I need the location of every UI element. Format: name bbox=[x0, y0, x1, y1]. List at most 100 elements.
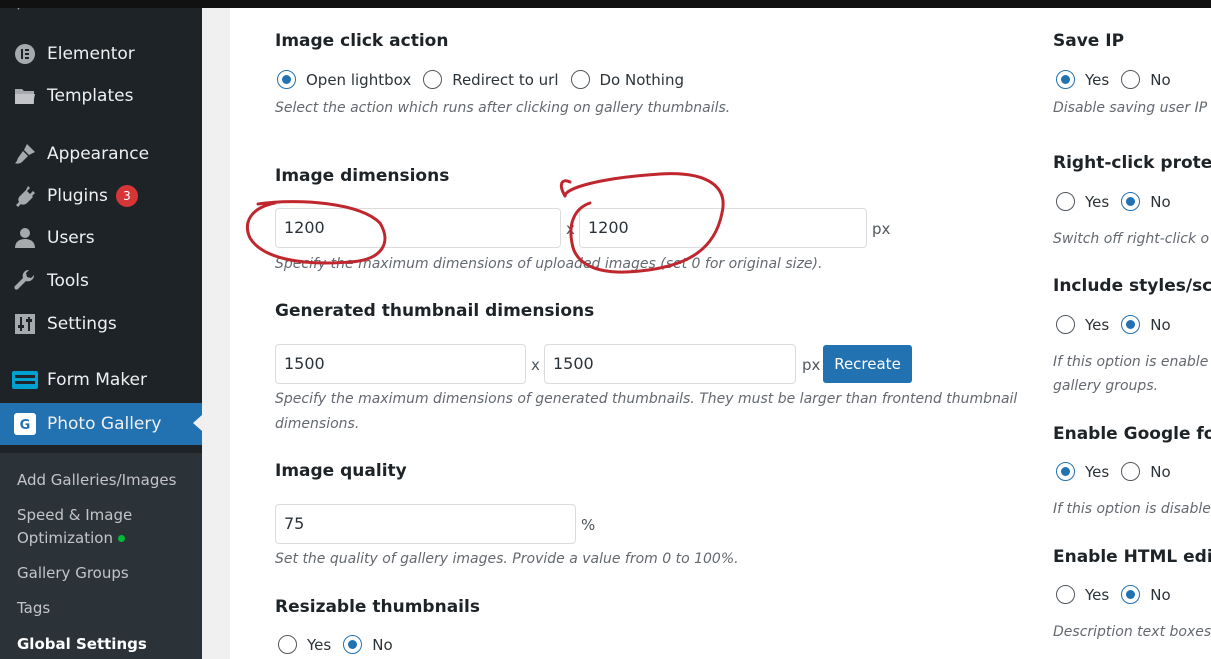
sidebar-item-appearance[interactable]: Appearance bbox=[0, 134, 202, 174]
plug-icon bbox=[12, 183, 38, 209]
option-yes[interactable]: Yes bbox=[1056, 192, 1109, 211]
sidebar-item-form-maker[interactable]: Form Maker bbox=[0, 360, 202, 400]
google-fonts-options: Yes No bbox=[1056, 462, 1183, 481]
image-width-input[interactable]: 1200 bbox=[275, 208, 561, 248]
option-no[interactable]: No bbox=[1121, 70, 1171, 89]
save-ip-title: Save IP bbox=[1053, 31, 1125, 51]
sidebar-item-label: Users bbox=[47, 228, 95, 248]
sidebar-item-users[interactable]: Users bbox=[0, 218, 202, 258]
radio-no[interactable] bbox=[1121, 315, 1141, 334]
image-quality-input[interactable]: 75 bbox=[275, 504, 576, 544]
radio-no[interactable] bbox=[343, 635, 363, 654]
radio-do-nothing[interactable] bbox=[570, 70, 590, 89]
image-quality-desc: Set the quality of gallery images. Provi… bbox=[275, 551, 739, 567]
sidebar-item-label: Form Maker bbox=[47, 370, 147, 390]
image-click-action-title: Image click action bbox=[275, 31, 449, 51]
submenu-gallery-groups[interactable]: Gallery Groups bbox=[17, 562, 129, 585]
folder-icon bbox=[12, 83, 38, 109]
sidebar-item-tools[interactable]: Tools bbox=[0, 261, 202, 301]
option-no[interactable]: No bbox=[1121, 585, 1171, 604]
submenu-tags[interactable]: Tags bbox=[17, 597, 50, 620]
wrench-icon bbox=[12, 268, 38, 294]
radio-no[interactable] bbox=[1121, 462, 1141, 481]
option-yes[interactable]: Yes bbox=[1056, 70, 1109, 89]
radio-yes[interactable] bbox=[278, 635, 297, 654]
settings-panel: Image click action Open lightbox Redirec… bbox=[230, 8, 1211, 659]
sidebar-item-label: Appearance bbox=[47, 144, 150, 164]
option-no[interactable]: No bbox=[1121, 462, 1171, 481]
right-click-options: Yes No bbox=[1056, 192, 1183, 211]
recreate-button[interactable]: Recreate bbox=[823, 345, 912, 383]
option-yes[interactable]: Yes bbox=[1056, 315, 1109, 334]
option-no[interactable]: No bbox=[343, 635, 393, 654]
option-no[interactable]: No bbox=[1121, 315, 1171, 334]
radio-no[interactable] bbox=[1121, 70, 1141, 89]
image-click-action-desc: Select the action which runs after click… bbox=[275, 100, 731, 116]
quality-unit: % bbox=[581, 516, 596, 534]
radio-redirect-url[interactable] bbox=[423, 70, 443, 89]
image-click-action-options: Open lightbox Redirect to url Do Nothing bbox=[277, 70, 696, 89]
radio-yes[interactable] bbox=[1056, 315, 1075, 334]
sidebar-item-label: Plugins 3 bbox=[47, 185, 138, 207]
submenu-speed-image[interactable]: Speed & Image bbox=[17, 504, 132, 527]
sidebar-item-templates[interactable]: Templates bbox=[0, 76, 202, 116]
thumbnail-dimensions-desc-1: Specify the maximum dimensions of genera… bbox=[275, 391, 1018, 407]
collapse-arrow-icon[interactable]: ▾ bbox=[16, 8, 26, 13]
radio-no[interactable] bbox=[1121, 585, 1141, 604]
radio-no[interactable] bbox=[1121, 192, 1141, 211]
include-styles-desc-2: gallery groups. bbox=[1053, 378, 1159, 394]
thumbnail-dimensions-title: Generated thumbnail dimensions bbox=[275, 301, 595, 321]
option-yes[interactable]: Yes bbox=[278, 635, 331, 654]
submenu-optimization[interactable]: Optimization bbox=[17, 527, 125, 550]
right-click-desc: Switch off right-click o bbox=[1053, 231, 1210, 247]
sidebar-item-plugins[interactable]: Plugins 3 bbox=[0, 176, 202, 216]
sidebar-item-label: Settings bbox=[47, 314, 117, 334]
photo-gallery-submenu: Add Galleries/Images Speed & Image Optim… bbox=[0, 453, 202, 659]
screen: ▾ Elementor Templates Appearance Plugins… bbox=[0, 0, 1211, 659]
thumb-unit: px bbox=[802, 356, 821, 374]
thumbnail-dimensions-desc-2: dimensions. bbox=[275, 416, 360, 432]
right-click-title: Right-click protec bbox=[1053, 153, 1211, 173]
include-styles-options: Yes No bbox=[1056, 315, 1183, 334]
image-dimensions-desc: Specify the maximum dimensions of upload… bbox=[275, 256, 823, 272]
radio-yes[interactable] bbox=[1056, 462, 1075, 481]
elementor-icon bbox=[12, 41, 38, 67]
html-editor-desc: Description text boxes bbox=[1053, 624, 1211, 640]
sidebar-item-label: Photo Gallery bbox=[47, 414, 162, 434]
save-ip-desc: Disable saving user IP bbox=[1053, 100, 1208, 116]
resizable-thumbnails-options: Yes No bbox=[278, 635, 405, 654]
html-editor-options: Yes No bbox=[1056, 585, 1183, 604]
radio-yes[interactable] bbox=[1056, 70, 1075, 89]
option-yes[interactable]: Yes bbox=[1056, 462, 1109, 481]
thumb-separator: x bbox=[531, 356, 540, 374]
option-redirect-url[interactable]: Redirect to url bbox=[423, 70, 559, 89]
form-icon bbox=[12, 367, 38, 393]
include-styles-title: Include styles/scri bbox=[1053, 276, 1211, 296]
html-editor-title: Enable HTML edit bbox=[1053, 547, 1211, 567]
svg-text:G: G bbox=[20, 418, 31, 433]
radio-yes[interactable] bbox=[1056, 585, 1075, 604]
option-yes[interactable]: Yes bbox=[1056, 585, 1109, 604]
option-no[interactable]: No bbox=[1121, 192, 1171, 211]
sidebar-item-photo-gallery[interactable]: G Photo Gallery bbox=[0, 403, 202, 445]
image-height-input[interactable]: 1200 bbox=[579, 208, 867, 248]
option-do-nothing[interactable]: Do Nothing bbox=[570, 70, 684, 89]
thumb-height-input[interactable]: 1500 bbox=[544, 344, 796, 384]
sidebar-item-label: Elementor bbox=[47, 44, 135, 64]
option-open-lightbox[interactable]: Open lightbox bbox=[277, 70, 411, 89]
settings-sliders-icon bbox=[12, 311, 38, 337]
thumb-width-input[interactable]: 1500 bbox=[275, 344, 526, 384]
radio-open-lightbox[interactable] bbox=[277, 70, 296, 89]
sidebar-item-settings[interactable]: Settings bbox=[0, 304, 202, 344]
content-gutter bbox=[202, 8, 230, 659]
radio-yes[interactable] bbox=[1056, 192, 1075, 211]
submenu-global-settings[interactable]: Global Settings bbox=[17, 633, 147, 656]
sidebar-item-elementor[interactable]: Elementor bbox=[0, 34, 202, 74]
submenu-add-galleries[interactable]: Add Galleries/Images bbox=[17, 469, 176, 492]
image-dimensions-title: Image dimensions bbox=[275, 166, 450, 186]
google-fonts-title: Enable Google for bbox=[1053, 424, 1211, 444]
dimension-unit: px bbox=[872, 220, 891, 238]
paintbrush-icon bbox=[12, 141, 38, 167]
save-ip-options: Yes No bbox=[1056, 70, 1183, 89]
image-quality-title: Image quality bbox=[275, 461, 407, 481]
